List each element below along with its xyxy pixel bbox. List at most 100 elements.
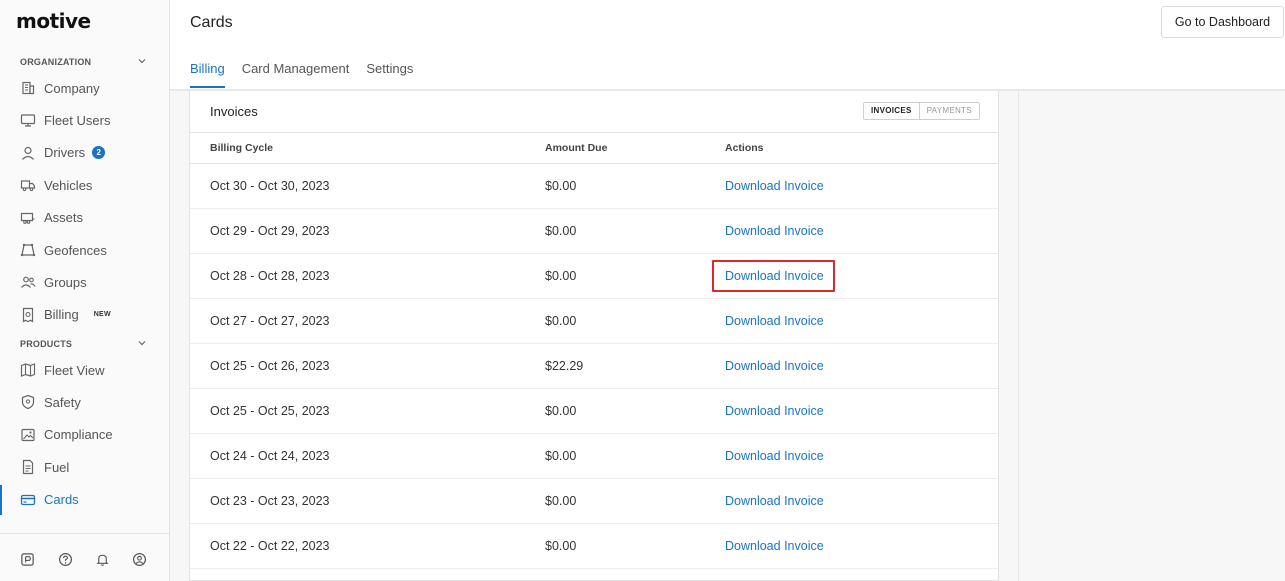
billing-cycle-cell: Oct 23 - Oct 23, 2023: [210, 494, 330, 508]
invoices-card: Invoices INVOICES PAYMENTS Billing Cycle…: [189, 91, 999, 581]
sidebar-item-billing[interactable]: Billing NEW: [0, 300, 169, 330]
products-section-label: PRODUCTS: [20, 339, 73, 349]
content-divider: [1018, 91, 1019, 581]
sidebar-item-compliance[interactable]: Compliance: [0, 420, 169, 450]
sidebar-item-label: Company: [44, 80, 100, 96]
sidebar-item-groups[interactable]: Groups: [0, 267, 169, 297]
receipt-icon: [22, 307, 34, 323]
sidebar-item-label: Groups: [44, 274, 87, 290]
sidebar-item-vehicles[interactable]: Vehicles: [0, 170, 169, 200]
table-row: Oct 24 - Oct 24, 2023 $0.00 Download Invoi…: [190, 434, 998, 479]
sidebar-item-drivers[interactable]: Drivers 2: [0, 138, 169, 168]
download-invoice-link[interactable]: Download Invoice: [725, 224, 824, 238]
group-icon: [21, 276, 36, 289]
chevron-down-icon[interactable]: [136, 337, 148, 349]
document-icon: [22, 460, 34, 475]
sidebar-item-label: Vehicles: [44, 177, 93, 193]
table-row: Oct 23 - Oct 23, 2023 $0.00 Download Invoi…: [190, 479, 998, 524]
billing-cycle-cell: Oct 24 - Oct 24, 2023: [210, 449, 330, 463]
chevron-down-icon[interactable]: [136, 55, 148, 67]
sidebar-item-fuel[interactable]: Fuel: [0, 452, 169, 482]
card-icon: [20, 494, 36, 505]
geofence-icon: [20, 243, 36, 257]
sidebar: motive ORGANIZATION Company Fleet Users Dr…: [0, 0, 170, 581]
building-icon: [22, 81, 35, 95]
billing-cycle-cell: Oct 25 - Oct 26, 2023: [210, 359, 330, 373]
toggle-payments[interactable]: PAYMENTS: [919, 103, 979, 119]
amount-due-cell: $0.00: [545, 404, 577, 418]
download-invoice-link[interactable]: Download Invoice: [725, 359, 824, 373]
amount-due-cell: $0.00: [545, 179, 577, 193]
download-invoice-link[interactable]: Download Invoice: [725, 494, 824, 508]
bell-icon[interactable]: [95, 552, 110, 567]
sidebar-item-label: Fuel: [44, 459, 70, 475]
billing-cycle-cell: Oct 29 - Oct 29, 2023: [210, 224, 330, 238]
sidebar-item-company[interactable]: Company: [0, 73, 169, 103]
billing-cycle-cell: Oct 25 - Oct 25, 2023: [210, 404, 330, 418]
amount-due-cell: $0.00: [545, 449, 577, 463]
sidebar-item-safety[interactable]: Safety: [0, 387, 169, 417]
account-icon[interactable]: [132, 552, 147, 567]
sidebar-item-geofences[interactable]: Geofences: [0, 235, 169, 265]
new-tag: NEW: [93, 311, 111, 319]
table-row: Oct 25 - Oct 25, 2023 $0.00 Download Invoi…: [190, 389, 998, 434]
table-row: Oct 25 - Oct 26, 2023 $22.29 Download Invo…: [190, 344, 998, 389]
sidebar-item-label: Cards: [44, 492, 79, 508]
download-invoice-link[interactable]: Download Invoice: [725, 404, 824, 418]
sidebar-item-label: Geofences: [44, 242, 107, 258]
download-invoice-link[interactable]: Download Invoice: [725, 314, 824, 328]
sidebar-item-assets[interactable]: Assets: [0, 203, 169, 233]
tab-billing[interactable]: Billing: [190, 58, 225, 88]
table-row: Oct 29 - Oct 29, 2023 $0.00 Download Invoi…: [190, 209, 998, 254]
count-badge: 2: [92, 146, 106, 160]
image-icon: [21, 428, 35, 441]
sidebar-item-label: Compliance: [44, 427, 113, 443]
app-root: motive ORGANIZATION Company Fleet Users Dr…: [0, 0, 1285, 581]
tab-settings[interactable]: Settings: [366, 58, 413, 88]
monitor-icon: [20, 114, 36, 127]
sidebar-item-label: Billing: [44, 307, 79, 323]
sidebar-item-fleet-view[interactable]: Fleet View: [0, 355, 169, 385]
page-title: Cards: [190, 14, 233, 31]
go-to-dashboard-button[interactable]: Go to Dashboard: [1161, 6, 1284, 38]
amount-due-cell: $0.00: [545, 269, 577, 283]
help-icon[interactable]: [58, 552, 73, 567]
billing-cycle-cell: Oct 28 - Oct 28, 2023: [210, 269, 330, 283]
amount-due-cell: $22.29: [545, 359, 584, 373]
table-row: Oct 30 - Oct 30, 2023 $0.00 Download Invoi…: [190, 164, 998, 209]
toggle-invoices[interactable]: INVOICES: [864, 103, 920, 119]
shield-icon: [21, 395, 35, 410]
motive-logo[interactable]: motive: [16, 9, 91, 33]
map-icon: [20, 363, 36, 377]
sidebar-item-fleet-users[interactable]: Fleet Users: [0, 105, 169, 135]
column-header-amount-due[interactable]: Amount Due: [545, 142, 607, 154]
sidebar-item-label: Fleet View: [44, 362, 105, 378]
truck-icon: [20, 180, 36, 192]
invoices-title: Invoices: [210, 104, 258, 119]
table-row: Oct 28 - Oct 28, 2023 $0.00 Download Invoi…: [190, 254, 998, 299]
amount-due-cell: $0.00: [545, 314, 577, 328]
download-invoice-link[interactable]: Download Invoice: [725, 449, 824, 463]
column-header-billing-cycle[interactable]: Billing Cycle: [210, 142, 273, 154]
billing-cycle-cell: Oct 27 - Oct 27, 2023: [210, 314, 330, 328]
invoices-payments-toggle: INVOICES PAYMENTS: [863, 102, 980, 120]
download-invoice-link[interactable]: Download Invoice: [725, 539, 824, 553]
app-icon[interactable]: [20, 552, 35, 567]
sidebar-item-label: Fleet Users: [44, 112, 111, 128]
column-header-actions: Actions: [725, 142, 764, 154]
amount-due-cell: $0.00: [545, 224, 577, 238]
table-header: Billing Cycle Amount Due Actions: [190, 132, 998, 164]
amount-due-cell: $0.00: [545, 539, 577, 553]
amount-due-cell: $0.00: [545, 494, 577, 508]
table-row: Oct 27 - Oct 27, 2023 $0.00 Download Invoi…: [190, 299, 998, 344]
sidebar-item-cards[interactable]: Cards: [0, 484, 169, 515]
table-row: Oct 22 - Oct 22, 2023 $0.00 Download Invoi…: [190, 524, 998, 569]
billing-cycle-cell: Oct 22 - Oct 22, 2023: [210, 539, 330, 553]
sidebar-item-label: Drivers: [44, 145, 86, 161]
tab-card-management[interactable]: Card Management: [242, 58, 350, 88]
download-invoice-link[interactable]: Download Invoice: [725, 179, 824, 193]
organization-section-label: ORGANIZATION: [20, 57, 92, 67]
person-icon: [22, 146, 34, 160]
highlight-box: [712, 260, 835, 292]
sidebar-item-label: Safety: [44, 394, 81, 410]
